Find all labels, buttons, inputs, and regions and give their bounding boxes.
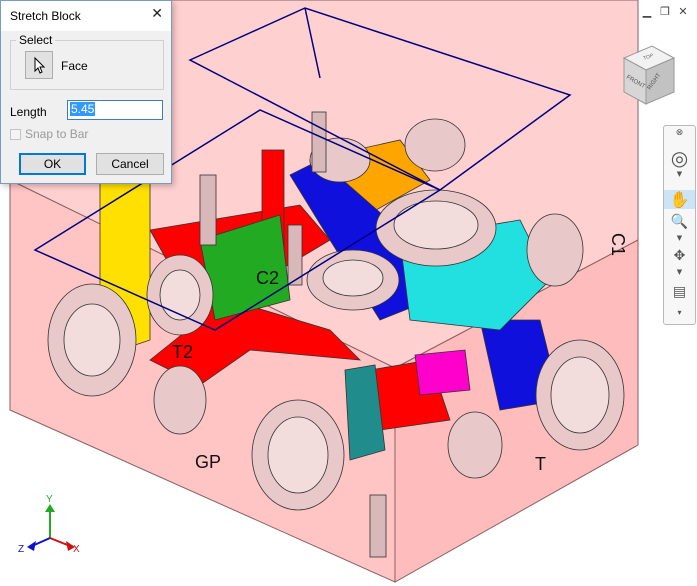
port-top-center-bore: [393, 200, 479, 250]
port-label-gp: GP: [195, 452, 221, 472]
axis-label-y: Y: [46, 494, 53, 505]
axis-label-z: Z: [18, 544, 24, 555]
length-input[interactable]: 5.45: [67, 100, 163, 120]
snap-to-bar-label: Snap to Bar: [25, 127, 89, 141]
port-label-t2: T2: [172, 342, 193, 362]
y-axis-arrow-icon: [45, 504, 55, 512]
dialog-title: Stretch Block: [10, 9, 81, 23]
magenta-channel: [414, 349, 471, 396]
close-window-icon[interactable]: ✕: [677, 6, 689, 18]
pin: [287, 224, 303, 286]
minimize-icon[interactable]: ▁: [641, 6, 653, 18]
dropdown-arrow-icon[interactable]: ▼: [664, 234, 695, 242]
port-lower-mid-boss: [447, 411, 503, 479]
snap-to-bar-checkbox[interactable]: Snap to Bar: [10, 127, 88, 141]
zoom-icon[interactable]: 🔍: [664, 214, 695, 230]
pin: [311, 111, 327, 173]
axis-triad: Y X Z: [18, 494, 80, 555]
port-gp-side-boss: [153, 365, 207, 435]
port-t-bore: [550, 356, 610, 434]
cancel-button[interactable]: Cancel: [96, 153, 164, 175]
port-label-c1: C1: [608, 233, 628, 256]
checkbox-box[interactable]: [10, 128, 21, 140]
length-label: Length: [10, 105, 47, 119]
port-t2-bore: [63, 303, 121, 377]
view-cube[interactable]: TOP FRONT RIGHT: [612, 42, 682, 114]
port-label-c2: C2: [256, 268, 279, 288]
pan-hand-icon[interactable]: ✋: [664, 190, 695, 209]
z-axis-arrow-icon: [27, 541, 36, 551]
stretch-block-dialog: Stretch Block ✕ Select Face Length 5.45 …: [0, 0, 172, 184]
length-value: 5.45: [70, 102, 96, 116]
port-back-right-boss: [404, 118, 466, 172]
navbar-close-icon[interactable]: ⊗: [664, 128, 695, 138]
look-at-icon[interactable]: ▤: [664, 284, 695, 300]
steering-wheel-icon[interactable]: ◎: [664, 146, 695, 170]
select-group: Select Face: [10, 33, 164, 90]
port-right-side-boss: [526, 213, 584, 287]
dropdown-arrow-icon[interactable]: ▼: [664, 268, 695, 276]
ok-button[interactable]: OK: [19, 153, 86, 175]
axis-label-x: X: [73, 544, 80, 555]
pin: [369, 494, 387, 558]
close-icon[interactable]: ✕: [151, 6, 163, 22]
select-value: Face: [61, 59, 88, 73]
navbar-menu-icon[interactable]: ▾: [664, 308, 695, 317]
port-top-mid-bore: [322, 259, 384, 297]
select-face-button[interactable]: [25, 51, 53, 79]
navigation-bar: ⊗ ◎ ▼ ✋ 🔍 ▼ ✥ ▼ ▤ ▾: [663, 125, 696, 325]
port-c2-bore: [159, 269, 201, 321]
pin: [199, 174, 217, 246]
select-group-label: Select: [16, 33, 56, 47]
window-controls: ▁ ❐ ✕: [641, 6, 689, 18]
dropdown-arrow-icon[interactable]: ▼: [664, 170, 695, 178]
cursor-arrow-icon: [34, 56, 46, 74]
restore-icon[interactable]: ❐: [659, 6, 671, 18]
dialog-title-bar[interactable]: Stretch Block ✕: [1, 1, 171, 31]
port-label-t: T: [535, 454, 546, 474]
port-gp-bore: [267, 416, 329, 494]
orbit-icon[interactable]: ✥: [664, 248, 695, 264]
